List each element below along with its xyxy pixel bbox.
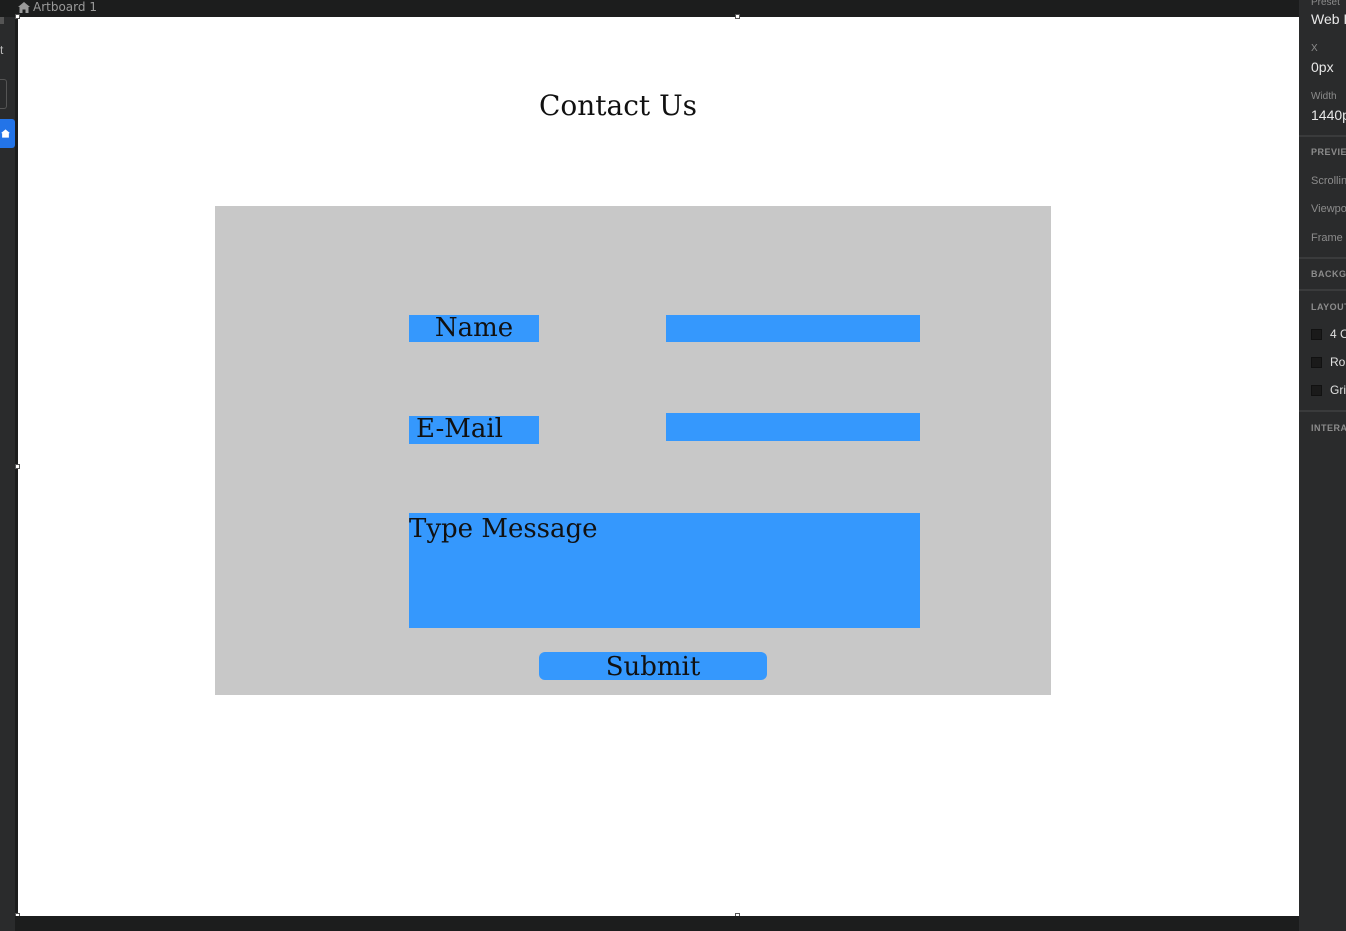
toolbar-scroll-handle[interactable] [0,17,4,24]
home-icon [18,1,30,13]
x-input[interactable]: 0px [1311,59,1334,75]
layout-section-header: LAYOUT [1311,302,1346,312]
email-label: E-Mail [409,416,539,444]
artboard-name: Artboard 1 [33,0,97,14]
toolbar-partial-label: t [0,43,4,57]
viewport-option[interactable]: Viewpo [1311,203,1346,215]
layout-option-grid[interactable]: Gri [1311,383,1346,397]
name-label: Name [409,315,539,342]
preset-label: Preset [1311,0,1340,8]
layout-option-label: Gri [1330,383,1346,397]
checkbox[interactable] [1311,384,1322,396]
resize-handle-left[interactable] [15,464,20,469]
resize-handle-top-left[interactable] [15,14,20,19]
checkbox[interactable] [1311,328,1322,340]
bottom-bar [15,916,1299,931]
preview-section-header: PREVIE [1311,147,1346,157]
resize-handle-top[interactable] [735,14,740,19]
layout-option-rows[interactable]: Ro [1311,355,1345,369]
width-input[interactable]: 1440p [1311,107,1346,123]
email-input[interactable] [666,413,920,441]
preset-select[interactable]: Web I [1311,11,1346,27]
home-button[interactable] [0,119,15,148]
inspector-divider [1299,289,1346,291]
frame-option[interactable]: Frame [1311,232,1343,244]
artboard-canvas[interactable]: Contact Us Name E-Mail Type Message Subm… [15,14,1299,918]
name-input[interactable] [666,315,920,342]
background-section-header[interactable]: BACKGI [1311,269,1346,279]
inspector-divider [1299,135,1346,137]
width-label: Width [1311,91,1337,102]
toolbar-field[interactable] [0,79,7,109]
checkbox[interactable] [1311,356,1322,368]
inspector-panel: Preset Web I X 0px Width 1440p PREVIE Sc… [1299,0,1346,931]
left-toolbar: t [0,17,15,931]
x-label: X [1311,43,1318,54]
layout-option-label: 4 C [1330,327,1346,341]
page-title: Contact Us [538,89,698,122]
top-bar: Artboard 1 [0,0,1300,17]
inspector-divider [1299,257,1346,259]
layout-option-columns[interactable]: 4 C [1311,327,1346,341]
interactions-section-header: INTERA [1311,423,1346,433]
submit-button[interactable]: Submit [539,652,767,682]
inspector-divider [1299,410,1346,412]
home-icon [1,129,10,138]
contact-form-panel: Name E-Mail Type Message Submit [215,206,1051,695]
layout-option-label: Ro [1330,355,1346,369]
scrolling-option[interactable]: Scrollin [1311,175,1346,187]
artboard-tab[interactable]: Artboard 1 [18,0,97,14]
message-textarea[interactable]: Type Message [409,513,920,628]
